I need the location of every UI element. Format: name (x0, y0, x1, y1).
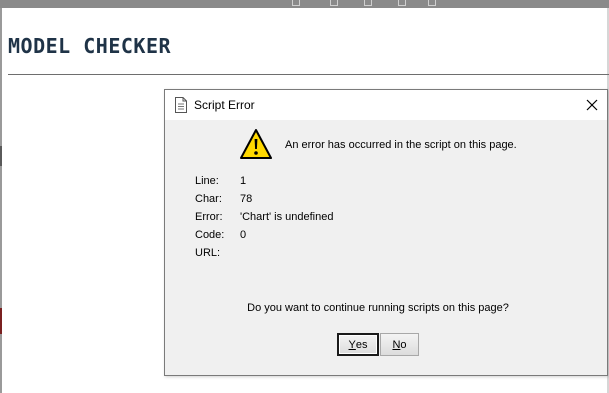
warning-icon (239, 128, 273, 160)
detail-value-code: 0 (240, 229, 247, 241)
close-icon (586, 99, 598, 111)
toolbar-icon (428, 0, 436, 6)
detail-value-line: 1 (240, 175, 247, 187)
document-icon (174, 97, 188, 113)
detail-value-char: 78 (240, 193, 253, 205)
host-window-edge (0, 8, 2, 393)
yes-button[interactable]: Yes (337, 333, 379, 356)
edge-marker (0, 308, 2, 334)
toolbar-icon (398, 0, 406, 6)
continue-question: Do you want to continue running scripts … (247, 302, 509, 314)
edge-marker (0, 146, 2, 166)
error-message: An error has occurred in the script on t… (285, 139, 517, 151)
toolbar-icon (292, 0, 300, 6)
title-divider (8, 74, 609, 75)
detail-label-error: Error: (195, 211, 223, 223)
no-button[interactable]: No (380, 333, 419, 356)
page-title: MODEL CHECKER (8, 34, 172, 58)
detail-label-char: Char: (195, 193, 222, 205)
detail-label-url: URL: (195, 247, 221, 259)
detail-label-code: Code: (195, 229, 225, 241)
toolbar-icon (364, 0, 372, 6)
dialog-titlebar[interactable]: Script Error (165, 90, 607, 120)
yes-mnemonic: Y (348, 338, 356, 351)
no-label-rest: o (400, 338, 407, 351)
no-mnemonic: N (392, 338, 401, 351)
detail-value-error: 'Chart' is undefined (240, 211, 334, 223)
script-error-dialog: Script Error An error has occurred in th… (164, 89, 608, 376)
toolbar-icon (330, 0, 338, 6)
yes-label-rest: es (355, 338, 368, 351)
close-button[interactable] (581, 94, 603, 116)
host-toolbar-strip (0, 0, 609, 8)
dialog-title: Script Error (194, 98, 255, 112)
detail-label-line: Line: (195, 175, 219, 187)
